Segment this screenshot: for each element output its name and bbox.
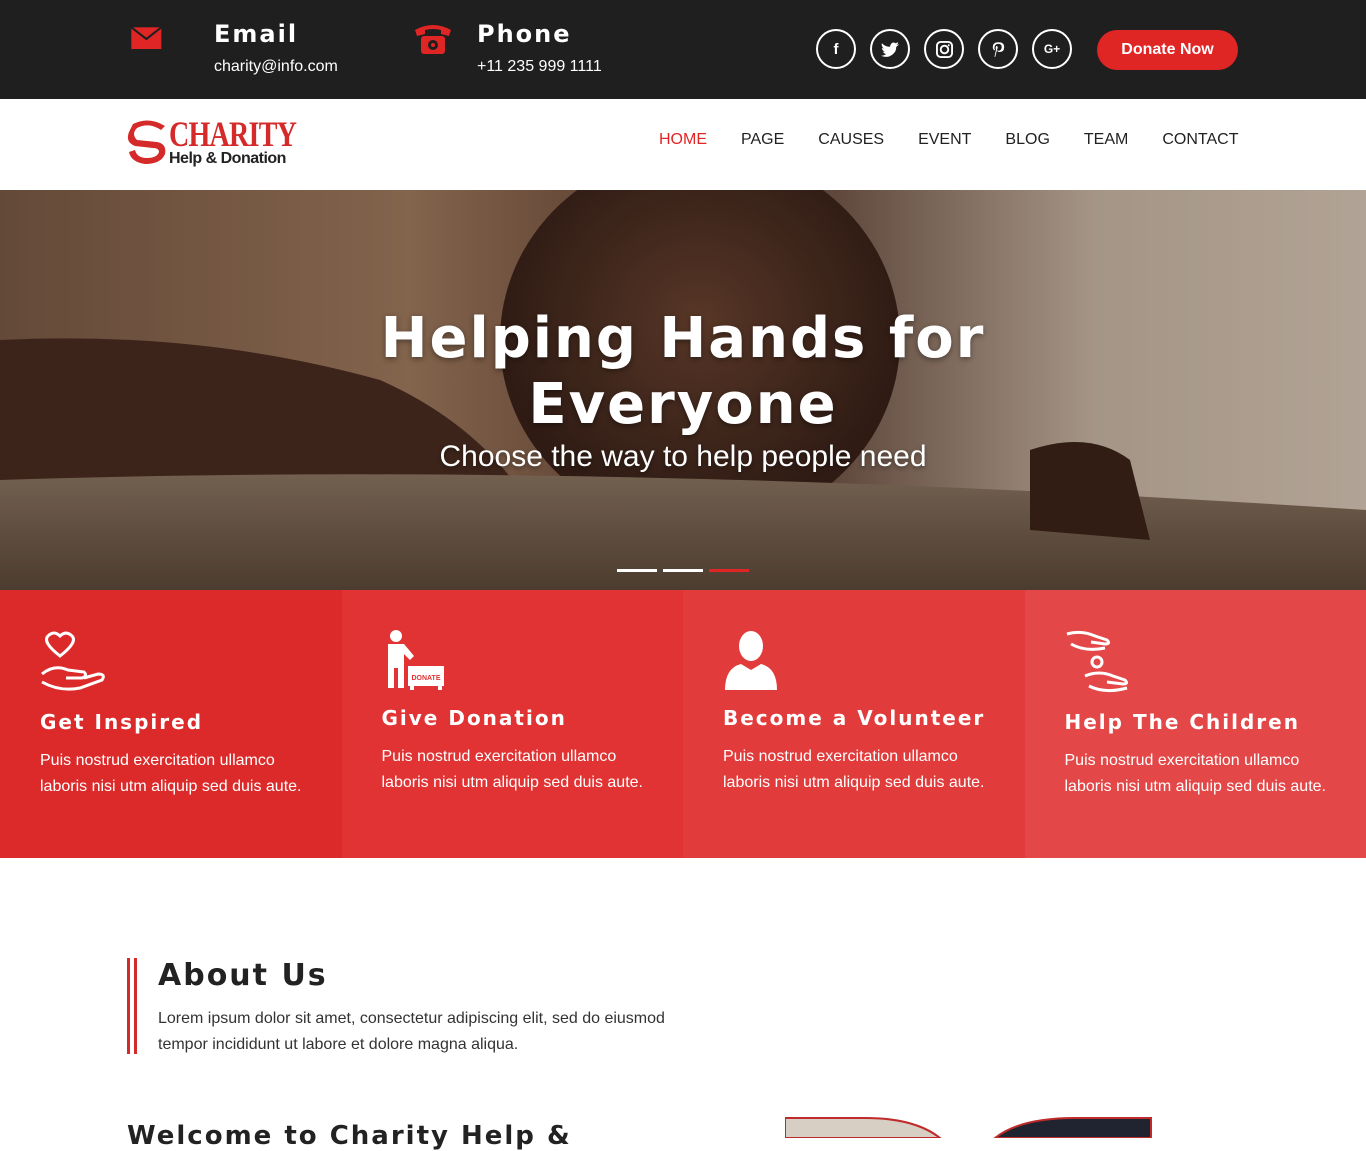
slider-dot-1[interactable] (617, 569, 657, 572)
nav-item-event[interactable]: EVENT (918, 131, 971, 149)
feature-title: Help The Children (1065, 710, 1300, 734)
hero-title-line1: Helping Hands for (0, 306, 1366, 372)
email-label: Email (214, 20, 338, 48)
feature-title: Get Inspired (40, 710, 203, 734)
feature-text: Puis nostrud exercitation ullamco labori… (40, 748, 310, 800)
hero-title: Helping Hands for Everyone (0, 306, 1366, 438)
nav-item-blog[interactable]: BLOG (1005, 131, 1049, 149)
email-contact: Email charity@info.com (130, 20, 338, 76)
heart-hand-icon (40, 630, 110, 700)
helping-hands-icon (1065, 630, 1135, 700)
feature-become-volunteer[interactable]: Become a Volunteer Puis nostrud exercita… (683, 590, 1025, 858)
hero-subtitle: Choose the way to help people need (0, 440, 1366, 474)
slider-dot-3[interactable] (709, 569, 749, 572)
about-text: Lorem ipsum dolor sit amet, consectetur … (158, 1006, 718, 1058)
facebook-icon[interactable]: f (816, 29, 856, 69)
nav-item-contact[interactable]: CONTACT (1162, 131, 1238, 149)
instagram-icon[interactable] (924, 29, 964, 69)
about-images (785, 1116, 1155, 1138)
phone-value[interactable]: +11 235 999 1111 (477, 58, 602, 76)
feature-title: Become a Volunteer (723, 706, 985, 730)
about-title: About Us (158, 958, 328, 993)
nav-item-causes[interactable]: CAUSES (818, 131, 884, 149)
welcome-title: Welcome to Charity Help & (127, 1121, 572, 1151)
charity-logo[interactable]: CHARITY Help & Donation (127, 116, 287, 172)
feature-give-donation[interactable]: DONATE Give Donation Puis nostrud exerci… (342, 590, 684, 858)
top-bar: Email charity@info.com Phone +11 235 999… (0, 0, 1366, 99)
google-plus-icon[interactable]: G+ (1032, 29, 1072, 69)
feature-get-inspired[interactable]: Get Inspired Puis nostrud exercitation u… (0, 590, 342, 858)
feature-title: Give Donation (382, 706, 567, 730)
nav-item-page[interactable]: PAGE (741, 131, 784, 149)
logo-subtitle: Help & Donation (169, 150, 286, 168)
slider-dot-2[interactable] (663, 569, 703, 572)
phone-icon (413, 20, 453, 56)
about-accent-bars (127, 958, 139, 1054)
logo-title: CHARITY (169, 116, 296, 152)
logo-hands-icon (127, 118, 169, 166)
donate-sign-text: DONATE (411, 675, 440, 682)
nav-menu: HOME PAGE CAUSES EVENT BLOG TEAM CONTACT (659, 131, 1272, 149)
social-links: f G+ (816, 29, 1086, 69)
donate-box-icon: DONATE (382, 630, 452, 700)
feature-help-children[interactable]: Help The Children Puis nostrud exercitat… (1025, 590, 1366, 858)
phone-contact: Phone +11 235 999 1111 (413, 20, 602, 76)
pinterest-icon[interactable] (978, 29, 1018, 69)
features-strip: Get Inspired Puis nostrud exercitation u… (0, 590, 1366, 858)
nav-item-home[interactable]: HOME (659, 131, 707, 149)
twitter-icon[interactable] (870, 29, 910, 69)
envelope-icon (130, 24, 166, 54)
feature-text: Puis nostrud exercitation ullamco labori… (1065, 748, 1335, 800)
person-icon (723, 630, 793, 700)
feature-text: Puis nostrud exercitation ullamco labori… (382, 744, 652, 796)
donate-now-button[interactable]: Donate Now (1097, 30, 1238, 70)
slider-dots (617, 569, 755, 572)
feature-text: Puis nostrud exercitation ullamco labori… (723, 744, 993, 796)
phone-label: Phone (477, 20, 602, 48)
nav-item-team[interactable]: TEAM (1084, 131, 1128, 149)
hero-title-line2: Everyone (0, 372, 1366, 438)
email-value[interactable]: charity@info.com (214, 58, 338, 76)
